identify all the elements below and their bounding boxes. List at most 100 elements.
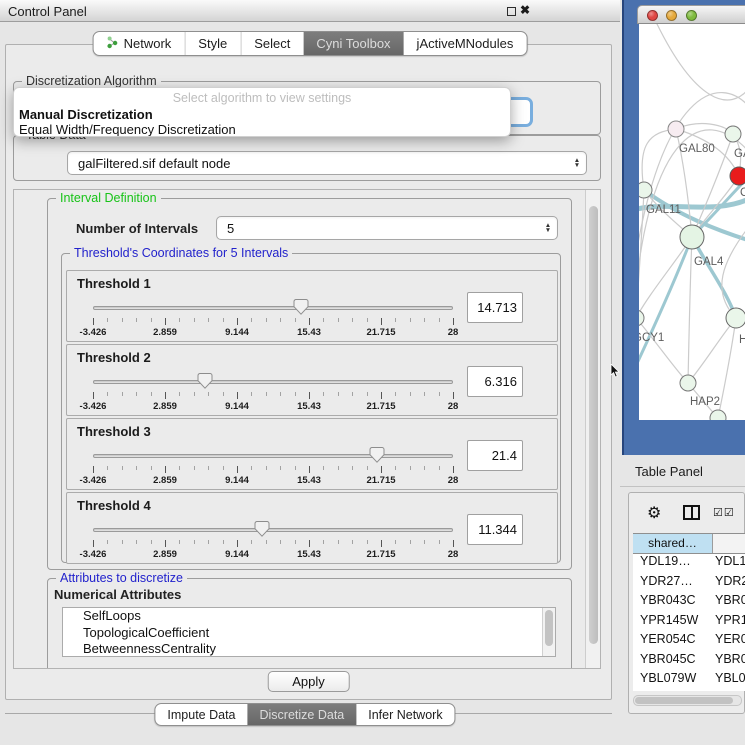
tick-mark	[323, 540, 324, 544]
attribute-item-selfloops[interactable]: SelfLoops	[63, 608, 555, 625]
network-node-gal11[interactable]	[639, 182, 652, 198]
node-table[interactable]: shared…na YDL19…YDL1YDR27…YDR2YBR043CYBR…	[633, 533, 745, 691]
tick-label: 21.715	[366, 549, 395, 560]
tick-mark	[424, 392, 425, 396]
threshold-value-field[interactable]: 11.344	[467, 514, 523, 545]
tick-mark	[208, 392, 209, 396]
tab-network[interactable]: Network	[94, 32, 185, 55]
numerical-attributes-list[interactable]: SelfLoopsTopologicalCoefficientBetweenne…	[62, 607, 556, 657]
float-window-icon[interactable]	[507, 7, 516, 16]
slider-track[interactable]	[93, 454, 453, 458]
tick-mark	[338, 466, 339, 470]
table-row[interactable]: YPR145WYPR1	[633, 613, 745, 633]
network-node-label-gal11: GAL11	[646, 204, 681, 216]
tab-impute-data[interactable]: Impute Data	[155, 704, 247, 725]
network-node-gcy1[interactable]	[639, 310, 644, 326]
algorithm-option-equal-width-frequency-discretization[interactable]: Equal Width/Frequency Discretization	[19, 122, 236, 137]
tick-mark	[424, 466, 425, 470]
threshold-value-field[interactable]: 6.316	[467, 366, 523, 397]
minimize-traffic-icon[interactable]	[666, 10, 677, 21]
gear-icon[interactable]: ⚙	[647, 503, 661, 523]
tab-jactivemnodules[interactable]: jActiveMNodules	[404, 32, 527, 55]
number-of-intervals-combo[interactable]: 5 ▲▼	[216, 216, 558, 240]
threshold-slider[interactable]	[93, 449, 453, 465]
cell-name: YPR1	[713, 613, 745, 633]
column-header-na[interactable]: na	[713, 534, 745, 553]
slider-track[interactable]	[93, 380, 453, 384]
tick-mark	[93, 392, 94, 399]
column-header-shared-[interactable]: shared…	[633, 534, 713, 553]
tick-mark	[410, 540, 411, 544]
table-scrollbar-thumb[interactable]	[635, 697, 733, 704]
slider-track[interactable]	[93, 306, 453, 310]
tick-mark	[223, 318, 224, 322]
table-row[interactable]: YBR043CYBR0	[633, 593, 745, 613]
threshold-slider[interactable]	[93, 523, 453, 539]
tick-mark	[136, 540, 137, 544]
tick-mark	[395, 318, 396, 322]
tick-mark	[424, 540, 425, 544]
table-row[interactable]: YER054CYER0	[633, 632, 745, 652]
settings-scrollbar-thumb[interactable]	[589, 206, 598, 644]
tick-mark	[280, 392, 281, 396]
threshold-slider[interactable]	[93, 375, 453, 391]
settings-scrollbar[interactable]	[585, 190, 600, 668]
close-traffic-icon[interactable]	[647, 10, 658, 21]
table-row[interactable]: YBL079WYBL0	[633, 671, 745, 691]
slider-thumb[interactable]	[197, 373, 212, 389]
table-row[interactable]: YDL19…YDL1	[633, 554, 745, 574]
table-row[interactable]: YDR27…YDR2	[633, 574, 745, 594]
split-view-icon[interactable]	[683, 505, 700, 520]
threshold-value-field[interactable]: 14.713	[467, 292, 523, 323]
tab-style[interactable]: Style	[184, 32, 240, 55]
tick-mark	[122, 540, 123, 544]
cell-shared-name: YBL079W	[633, 671, 713, 691]
attribute-item-topologicalcoefficient[interactable]: TopologicalCoefficient	[63, 625, 555, 642]
tab-select[interactable]: Select	[240, 32, 303, 55]
table-horizontal-scrollbar[interactable]	[633, 695, 742, 706]
control-panel-header: Control Panel ✖	[0, 0, 620, 22]
slider-tick-labels: -3.4262.8599.14415.4321.71528	[93, 549, 453, 560]
network-node-gal4[interactable]	[680, 225, 704, 249]
network-node-node-top-right[interactable]	[725, 126, 741, 142]
network-window-titlebar[interactable]	[637, 5, 745, 24]
table-row[interactable]: YLR345WYLR3	[633, 691, 745, 692]
network-node-gal80[interactable]	[668, 121, 684, 137]
tab-discretize-data[interactable]: Discretize Data	[248, 704, 357, 725]
network-canvas[interactable]: GAL80GACGAL11GAL4GCY1HHAP2	[639, 24, 745, 420]
tab-cyni-toolbox[interactable]: Cyni Toolbox	[303, 32, 403, 55]
slider-thumb[interactable]	[370, 447, 385, 463]
tick-mark	[367, 540, 368, 544]
attribute-item-betweennesscentrality[interactable]: BetweennessCentrality	[63, 641, 555, 657]
close-icon[interactable]: ✖	[520, 3, 530, 17]
network-node-node-selected-red[interactable]	[730, 167, 745, 185]
network-node-h-node[interactable]	[726, 308, 745, 328]
attributes-scrollbar[interactable]	[542, 608, 555, 656]
tick-mark	[223, 466, 224, 470]
select-columns-checkbox-icons[interactable]: ☑☑	[713, 506, 735, 519]
slider-tick-labels: -3.4262.8599.14415.4321.71528	[93, 401, 453, 412]
tick-mark	[381, 466, 382, 473]
algorithm-option-manual-discretization[interactable]: Manual Discretization	[19, 107, 153, 122]
threshold-slider[interactable]	[93, 301, 453, 317]
slider-track[interactable]	[93, 528, 453, 532]
slider-ticks	[93, 318, 453, 326]
threshold-value-field[interactable]: 21.4	[467, 440, 523, 471]
network-node-hap2[interactable]	[680, 375, 696, 391]
tick-mark	[136, 318, 137, 322]
tab-label: Network	[124, 36, 172, 51]
tick-mark	[165, 318, 166, 325]
slider-thumb[interactable]	[293, 299, 308, 315]
apply-button[interactable]: Apply	[267, 671, 350, 692]
tick-label: 9.144	[225, 327, 249, 338]
table-row[interactable]: YBR045CYBR0	[633, 652, 745, 672]
tick-mark	[208, 540, 209, 544]
tab-infer-network[interactable]: Infer Network	[356, 704, 454, 725]
zoom-traffic-icon[interactable]	[686, 10, 697, 21]
tick-mark	[395, 392, 396, 396]
network-node-label-gal80: GAL80	[679, 143, 715, 155]
table-data-combo[interactable]: galFiltered.sif default node ▲▼	[67, 151, 587, 175]
tick-mark	[151, 466, 152, 470]
tick-mark	[179, 318, 180, 322]
slider-thumb[interactable]	[255, 521, 270, 537]
